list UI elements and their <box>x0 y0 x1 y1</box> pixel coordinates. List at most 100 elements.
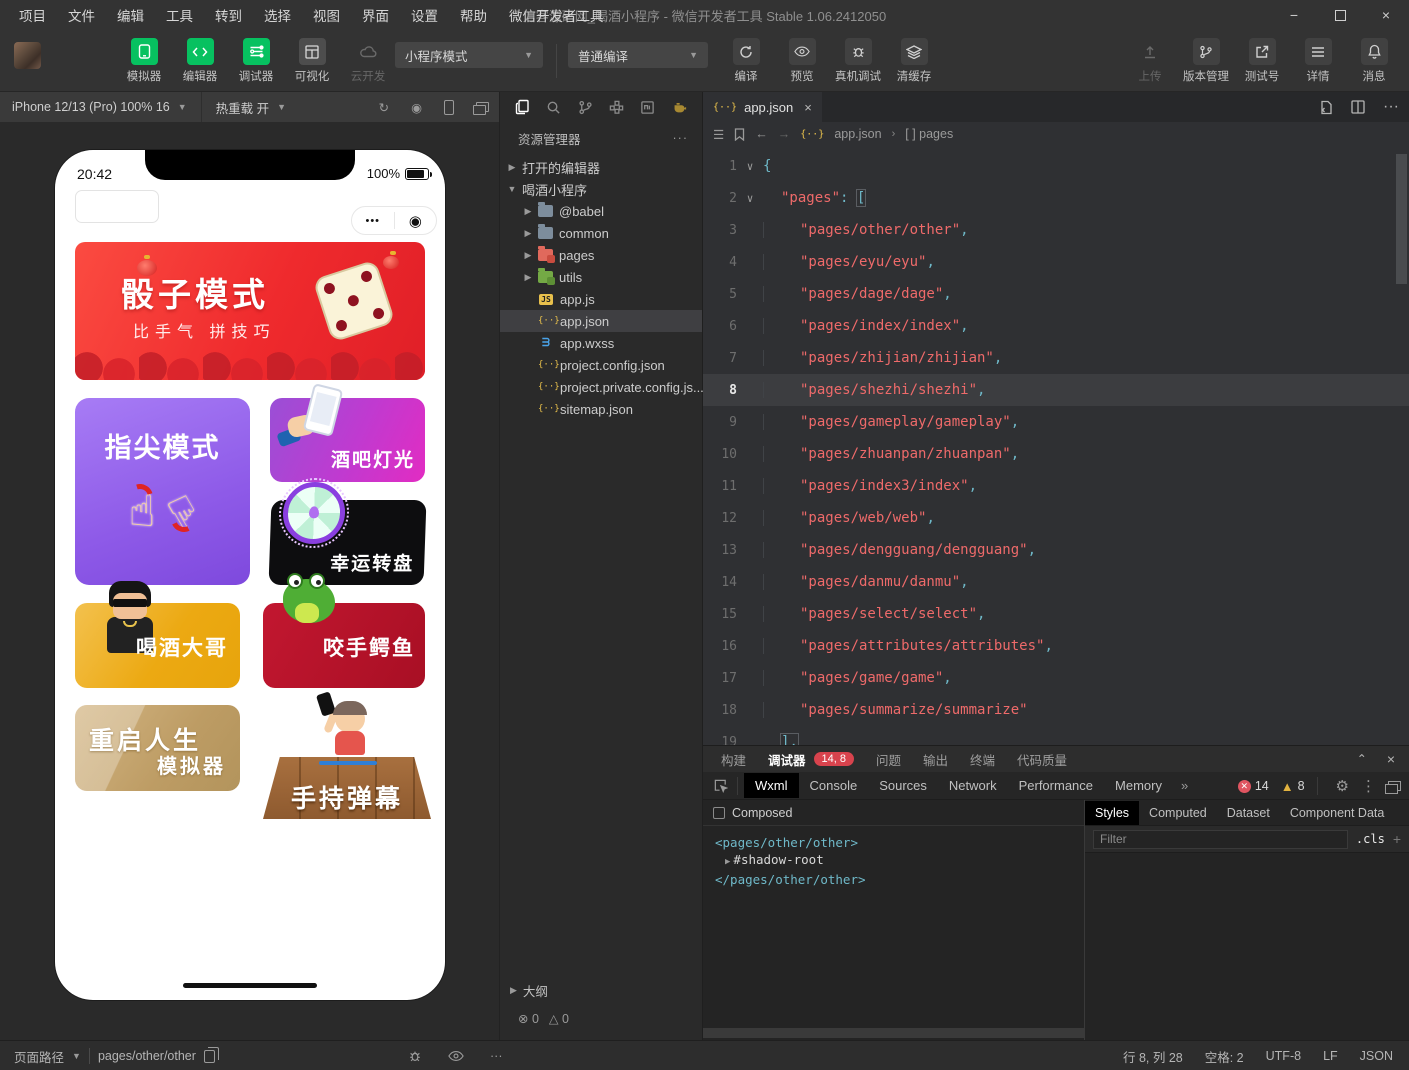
more-icon[interactable]: ··· <box>673 131 689 145</box>
devtools-tab-sources[interactable]: Sources <box>868 773 938 798</box>
tree-section-project[interactable]: ▼ 喝酒小程序 <box>500 178 702 200</box>
collapse-icon[interactable]: ⌃ <box>1357 752 1367 766</box>
page-path-value[interactable]: pages/other/other <box>98 1049 196 1063</box>
npm-icon[interactable] <box>637 100 658 115</box>
toolbar-button-调试器[interactable]: 调试器 <box>232 38 280 84</box>
toolbar-button-可视化[interactable]: 可视化 <box>288 38 336 84</box>
split-editor-icon[interactable] <box>1351 100 1365 114</box>
tile-bar-light[interactable]: 酒吧灯光 <box>270 398 425 482</box>
nav-back-icon[interactable]: ← <box>755 127 768 141</box>
toolbar-button-消息[interactable]: 消息 <box>1350 38 1398 84</box>
more-actions-icon[interactable]: ··· <box>1383 98 1399 116</box>
breadcrumb-node[interactable]: [ ] pages <box>905 127 953 141</box>
code-line-16[interactable]: 16"pages/attributes/attributes", <box>703 630 1409 662</box>
devtools-tab-console[interactable]: Console <box>799 773 869 798</box>
menu-转到[interactable]: 转到 <box>206 2 251 28</box>
extensions-icon[interactable] <box>606 100 627 115</box>
outline-section[interactable]: ▶ 大纲 <box>510 981 548 1000</box>
toolbar-button-编译[interactable]: 编译 <box>722 38 770 84</box>
devtools-tab-wxml[interactable]: Wxml <box>744 773 799 798</box>
close-tab-icon[interactable]: × <box>804 100 812 115</box>
code-line-3[interactable]: 3"pages/other/other", <box>703 214 1409 246</box>
indent-setting[interactable]: 空格: 2 <box>1205 1047 1244 1066</box>
code-line-15[interactable]: 15"pages/select/select", <box>703 598 1409 630</box>
cls-toggle[interactable]: .cls <box>1356 832 1385 846</box>
tile-biting-crocodile[interactable]: 咬手鳄鱼 <box>263 603 425 688</box>
eye-icon[interactable] <box>448 1050 464 1062</box>
menu-文件[interactable]: 文件 <box>59 2 104 28</box>
toolbar-button-预览[interactable]: 预览 <box>778 38 826 84</box>
tree-section-open-editors[interactable]: ▶ 打开的编辑器 <box>500 156 702 178</box>
tree-folder-@babel[interactable]: ▶@babel <box>500 200 702 222</box>
tab-app-json[interactable]: {··} app.json × <box>703 92 822 122</box>
tile-dice-mode[interactable]: 骰子模式 比手气 拼技巧 <box>75 242 425 380</box>
bug-icon[interactable] <box>408 1049 422 1063</box>
tile-fingertip-mode[interactable]: 指尖模式 ☝☝ <box>75 398 250 585</box>
add-rule-icon[interactable]: + <box>1393 831 1401 847</box>
toolbar-button-版本管理[interactable]: 版本管理 <box>1182 38 1230 84</box>
menu-微信开发者工具[interactable]: 微信开发者工具 <box>500 2 613 28</box>
code-line-5[interactable]: 5"pages/dage/dage", <box>703 278 1409 310</box>
tile-drinking-bro[interactable]: 喝酒大哥 <box>75 603 240 688</box>
debugger-tab-输出[interactable]: 输出 <box>923 750 948 769</box>
more-icon[interactable]: ··· <box>490 1049 503 1063</box>
editor-scrollbar[interactable] <box>1396 154 1407 284</box>
close-icon[interactable]: × <box>1387 751 1395 767</box>
encoding[interactable]: UTF-8 <box>1266 1049 1301 1063</box>
wxml-scrollbar[interactable] <box>703 1028 1084 1038</box>
menu-设置[interactable]: 设置 <box>402 2 447 28</box>
open-preview-icon[interactable] <box>1319 100 1333 115</box>
search-icon[interactable] <box>543 100 564 115</box>
kebab-menu-icon[interactable]: ⋮ <box>1361 777 1376 795</box>
menu-视图[interactable]: 视图 <box>304 2 349 28</box>
debugger-tab-终端[interactable]: 终端 <box>970 750 995 769</box>
eol-setting[interactable]: LF <box>1323 1049 1338 1063</box>
device-selector[interactable]: iPhone 12/13 (Pro) 100% 16▼ <box>0 100 187 114</box>
code-line-2[interactable]: 2∨"pages": [ <box>703 182 1409 214</box>
code-line-9[interactable]: 9"pages/gameplay/gameplay", <box>703 406 1409 438</box>
wxml-open-tag[interactable]: <pages/other/other> <box>715 834 1084 851</box>
menu-编辑[interactable]: 编辑 <box>108 2 153 28</box>
code-line-14[interactable]: 14"pages/danmu/danmu", <box>703 566 1409 598</box>
toolbar-button-编辑器[interactable]: 编辑器 <box>176 38 224 84</box>
hot-reload-toggle[interactable]: 热重载 开▼ <box>216 98 286 117</box>
menu-项目[interactable]: 项目 <box>10 2 55 28</box>
menu-工具[interactable]: 工具 <box>157 2 202 28</box>
tree-file-app.json[interactable]: {··}app.json <box>500 310 702 332</box>
toolbar-button-模拟器[interactable]: 模拟器 <box>120 38 168 84</box>
toolbar-button-云开发[interactable]: 云开发 <box>344 38 392 84</box>
nav-forward-icon[interactable]: → <box>778 127 791 141</box>
more-dots-icon[interactable]: ••• <box>352 215 394 227</box>
tile-handheld-danmaku[interactable]: 手持弹幕 <box>263 695 431 823</box>
debugger-tab-代码质量[interactable]: 代码质量 <box>1017 750 1067 769</box>
tree-folder-utils[interactable]: ▶utils <box>500 266 702 288</box>
filter-input[interactable]: Filter <box>1093 830 1348 849</box>
tree-file-app.js[interactable]: JSapp.js <box>500 288 702 310</box>
composed-checkbox[interactable] <box>713 807 725 819</box>
close-button[interactable]: × <box>1363 0 1409 30</box>
more-tabs-icon[interactable]: » <box>1173 778 1196 793</box>
devtools-tab-memory[interactable]: Memory <box>1104 773 1173 798</box>
tree-folder-pages[interactable]: ▶pages <box>500 244 702 266</box>
code-line-6[interactable]: 6"pages/index/index", <box>703 310 1409 342</box>
teapot-icon[interactable] <box>669 100 690 114</box>
code-line-12[interactable]: 12"pages/web/web", <box>703 502 1409 534</box>
tree-file-project.config.json[interactable]: {··}project.config.json <box>500 354 702 376</box>
toolbar-button-测试号[interactable]: 测试号 <box>1238 38 1286 84</box>
multi-window-icon[interactable] <box>476 102 489 112</box>
code-line-7[interactable]: 7"pages/zhijian/zhijian", <box>703 342 1409 374</box>
styles-tab-dataset[interactable]: Dataset <box>1217 801 1280 825</box>
language-mode[interactable]: JSON <box>1360 1049 1393 1063</box>
wxml-shadow-root[interactable]: ▶#shadow-root <box>715 851 1084 871</box>
fold-chevron-icon[interactable]: ∨ <box>737 192 763 205</box>
tile-restart-life[interactable]: 重启人生 模拟器 <box>75 705 240 791</box>
toolbar-button-真机调试[interactable]: 真机调试 <box>834 38 882 84</box>
minimize-button[interactable]: − <box>1271 0 1317 30</box>
styles-tab-styles[interactable]: Styles <box>1085 801 1139 825</box>
toolbar-button-详情[interactable]: 详情 <box>1294 38 1342 84</box>
devtools-tab-performance[interactable]: Performance <box>1008 773 1104 798</box>
wxml-close-tag[interactable]: </pages/other/other> <box>715 871 1084 888</box>
code-line-4[interactable]: 4"pages/eyu/eyu", <box>703 246 1409 278</box>
code-line-13[interactable]: 13"pages/dengguang/dengguang", <box>703 534 1409 566</box>
compile-dropdown[interactable]: 普通编译▼ <box>568 42 708 68</box>
